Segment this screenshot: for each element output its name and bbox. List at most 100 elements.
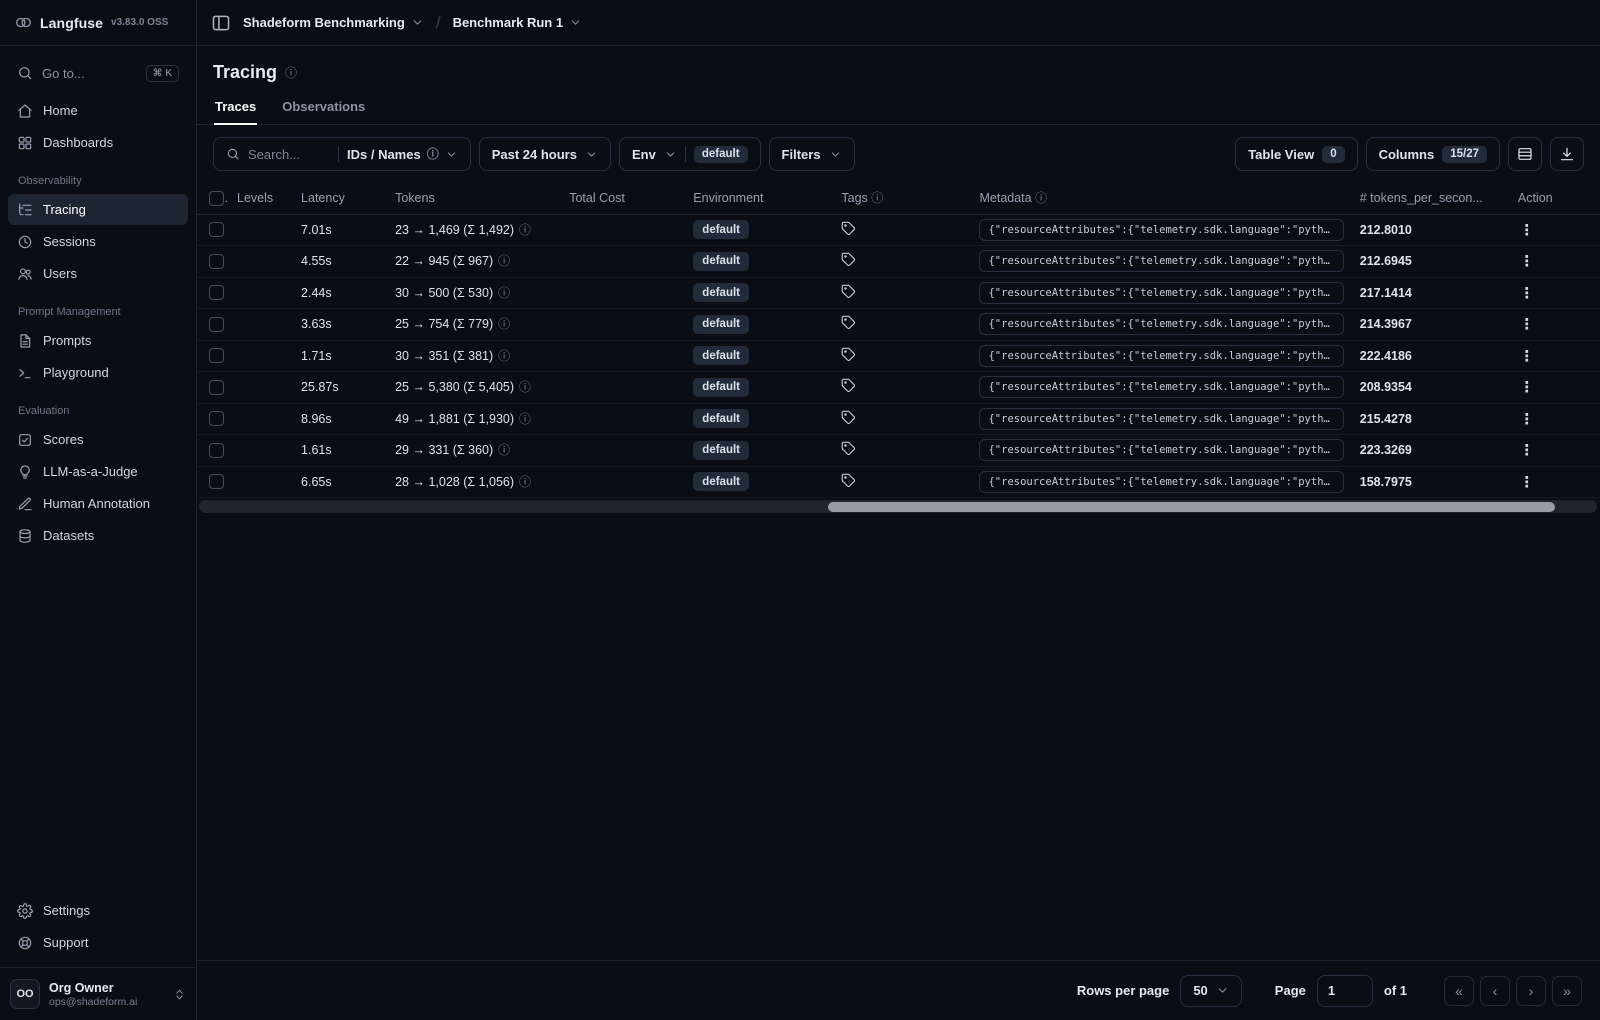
sidebar-item-support[interactable]: Support: [8, 927, 188, 958]
sidebar-item-prompts[interactable]: Prompts: [8, 325, 188, 356]
row-actions-menu[interactable]: ⋮: [1518, 284, 1536, 302]
metadata-cell[interactable]: {"resourceAttributes":{"telemetry.sdk.la…: [979, 470, 1344, 493]
tag-icon[interactable]: [841, 378, 856, 393]
tag-icon[interactable]: [841, 284, 856, 299]
metadata-cell[interactable]: {"resourceAttributes":{"telemetry.sdk.la…: [979, 281, 1344, 304]
last-page-button[interactable]: »: [1552, 975, 1582, 1006]
avatar: OO: [10, 979, 40, 1009]
row-actions-menu[interactable]: ⋮: [1518, 473, 1536, 491]
column-header-tags[interactable]: Tags: [841, 191, 867, 205]
columns-button[interactable]: Columns 15/27: [1365, 137, 1500, 171]
tag-icon[interactable]: [841, 473, 856, 488]
table-view-button[interactable]: Table View 0: [1235, 137, 1358, 171]
column-header-total-cost[interactable]: Total Cost: [569, 191, 625, 205]
tag-icon[interactable]: [841, 347, 856, 362]
tab-observations[interactable]: Observations: [281, 90, 366, 125]
export-button[interactable]: [1550, 137, 1584, 171]
trace-row[interactable]: 1.61s 29 → 331 (Σ 360) ⓘ default {"resourceA…: [197, 434, 1600, 467]
row-actions-menu[interactable]: ⋮: [1518, 221, 1536, 239]
project-switcher[interactable]: Benchmark Run 1: [453, 15, 583, 30]
sidebar-item-human-annotation[interactable]: Human Annotation: [8, 488, 188, 519]
sidebar-item-llm-as-a-judge[interactable]: LLM-as-a-Judge: [8, 456, 188, 487]
rows-per-page-select[interactable]: 50: [1180, 974, 1242, 1007]
scrollbar-thumb[interactable]: [828, 501, 1556, 512]
sidebar-item-scores[interactable]: Scores: [8, 424, 188, 455]
search-input[interactable]: [248, 146, 330, 162]
account-menu[interactable]: OO Org Owner ops@shadeform.ai: [0, 967, 196, 1020]
sidebar-item-users[interactable]: Users: [8, 258, 188, 289]
first-page-button[interactable]: «: [1444, 975, 1474, 1006]
latency-value: 2.44s: [301, 285, 332, 300]
metadata-cell[interactable]: {"resourceAttributes":{"telemetry.sdk.la…: [979, 313, 1344, 336]
next-page-button[interactable]: ›: [1516, 975, 1546, 1006]
row-checkbox[interactable]: [209, 316, 224, 332]
row-actions-menu[interactable]: ⋮: [1518, 315, 1536, 333]
trace-row[interactable]: 8.96s 49 → 1,881 (Σ 1,930) ⓘ default {"resou…: [197, 403, 1600, 435]
row-actions-menu[interactable]: ⋮: [1518, 441, 1536, 459]
sidebar-item-dashboards[interactable]: Dashboards: [8, 127, 188, 158]
row-checkbox[interactable]: [209, 379, 224, 395]
row-checkbox[interactable]: [209, 285, 224, 301]
trace-row[interactable]: 25.87s 25 → 5,380 (Σ 5,405) ⓘ default {"reso…: [197, 371, 1600, 404]
sidebar-item-sessions[interactable]: Sessions: [8, 226, 188, 257]
row-checkbox[interactable]: [209, 411, 224, 427]
metadata-cell[interactable]: {"resourceAttributes":{"telemetry.sdk.la…: [979, 218, 1344, 241]
search-box[interactable]: IDs / Names ⓘ: [213, 137, 471, 171]
column-header-tokens-per-secon[interactable]: # tokens_per_secon...: [1360, 191, 1483, 205]
horizontal-scrollbar[interactable]: [199, 500, 1597, 513]
tag-icon[interactable]: [841, 315, 856, 330]
metadata-cell[interactable]: {"resourceAttributes":{"telemetry.sdk.la…: [979, 344, 1344, 367]
column-header-action[interactable]: Action: [1518, 191, 1553, 205]
table-view-label: Table View: [1248, 146, 1315, 162]
latency-value: 1.61s: [301, 443, 332, 458]
column-header-latency[interactable]: Latency: [301, 191, 345, 205]
column-header-tokens[interactable]: Tokens: [395, 191, 435, 205]
tag-icon[interactable]: [841, 221, 856, 236]
trace-row[interactable]: 6.65s 28 → 1,028 (Σ 1,056) ⓘ default {"resou…: [197, 466, 1600, 498]
metadata-cell[interactable]: {"resourceAttributes":{"telemetry.sdk.la…: [979, 439, 1344, 462]
trace-row[interactable]: 2.44s 30 → 500 (Σ 530) ⓘ default {"resourceA…: [197, 277, 1600, 309]
tag-icon[interactable]: [841, 252, 856, 267]
sidebar-item-settings[interactable]: Settings: [8, 895, 188, 926]
row-actions-menu[interactable]: ⋮: [1518, 410, 1536, 428]
sidebar-item-home[interactable]: Home: [8, 95, 188, 126]
trace-row[interactable]: 7.01s 23 → 1,469 (Σ 1,492) ⓘ default {"resou…: [197, 214, 1600, 246]
sidebar-item-tracing[interactable]: Tracing: [8, 194, 188, 225]
sidebar-item-playground[interactable]: Playground: [8, 357, 188, 388]
row-actions-menu[interactable]: ⋮: [1518, 252, 1536, 270]
page-number-input[interactable]: [1316, 974, 1373, 1007]
metadata-cell[interactable]: {"resourceAttributes":{"telemetry.sdk.la…: [979, 407, 1344, 430]
column-header-levels[interactable]: Levels: [237, 191, 273, 205]
column-header-environment[interactable]: Environment: [693, 191, 763, 205]
info-icon: ⓘ: [498, 348, 511, 363]
row-actions-menu[interactable]: ⋮: [1518, 378, 1536, 396]
tab-traces[interactable]: Traces: [214, 90, 258, 125]
row-actions-menu[interactable]: ⋮: [1518, 347, 1536, 365]
sidebar-item-datasets[interactable]: Datasets: [8, 520, 188, 551]
goto-search-button[interactable]: Go to... ⌘ K: [8, 56, 188, 90]
table-body: 7.01s 23 → 1,469 (Σ 1,492) ⓘ default {"resou…: [197, 214, 1600, 498]
trace-row[interactable]: 4.55s 22 → 945 (Σ 967) ⓘ default {"resourceA…: [197, 245, 1600, 278]
row-checkbox[interactable]: [209, 348, 224, 364]
org-switcher[interactable]: Shadeform Benchmarking: [243, 15, 424, 30]
env-filter[interactable]: Env default: [618, 137, 761, 171]
row-checkbox[interactable]: [209, 253, 224, 269]
row-height-button[interactable]: [1508, 137, 1542, 171]
time-range-select[interactable]: Past 24 hours: [478, 137, 611, 171]
metadata-cell[interactable]: {"resourceAttributes":{"telemetry.sdk.la…: [979, 376, 1344, 399]
filters-button[interactable]: Filters: [768, 137, 855, 171]
trace-row[interactable]: 3.63s 25 → 754 (Σ 779) ⓘ default {"resourceA…: [197, 308, 1600, 341]
trace-row[interactable]: 1.71s 30 → 351 (Σ 381) ⓘ default {"resourceA…: [197, 340, 1600, 372]
tag-icon[interactable]: [841, 441, 856, 456]
search-scope-select[interactable]: IDs / Names ⓘ: [347, 147, 458, 162]
select-all-checkbox[interactable]: [209, 190, 224, 206]
total-cost-cell: [561, 403, 686, 435]
tag-icon[interactable]: [841, 410, 856, 425]
row-checkbox[interactable]: [209, 222, 224, 238]
sidebar-toggle-button[interactable]: [211, 13, 231, 33]
row-checkbox[interactable]: [209, 474, 224, 490]
metadata-cell[interactable]: {"resourceAttributes":{"telemetry.sdk.la…: [979, 250, 1344, 273]
prev-page-button[interactable]: ‹: [1480, 975, 1510, 1006]
column-header-metadata[interactable]: Metadata: [979, 191, 1031, 205]
row-checkbox[interactable]: [209, 442, 224, 458]
